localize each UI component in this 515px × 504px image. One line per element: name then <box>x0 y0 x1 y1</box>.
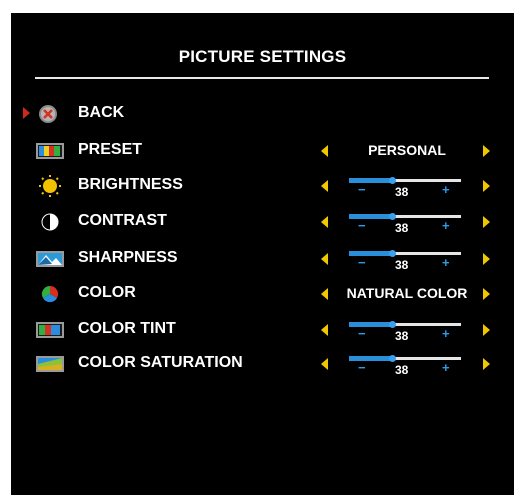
color-icon <box>41 285 59 303</box>
increase-arrow-icon[interactable] <box>483 216 490 228</box>
decrease-arrow-icon[interactable] <box>321 216 328 228</box>
decrease-arrow-icon[interactable] <box>321 288 328 300</box>
contrast-slider[interactable]: − 38 + <box>349 207 465 237</box>
sharpness-icon <box>36 251 64 267</box>
decrease-arrow-icon[interactable] <box>321 145 328 157</box>
plus-icon: + <box>442 182 450 197</box>
decrease-arrow-icon[interactable] <box>321 180 328 192</box>
decrease-arrow-icon[interactable] <box>321 358 328 370</box>
brightness-slider[interactable]: − 38 + <box>349 171 465 201</box>
contrast-icon <box>41 213 59 231</box>
slider-handle[interactable] <box>389 250 396 257</box>
slider-fill <box>349 322 392 327</box>
increase-arrow-icon[interactable] <box>483 145 490 157</box>
page-title: PICTURE SETTINGS <box>178 47 347 66</box>
slider-fill <box>349 178 392 183</box>
menu-item-label: PRESET <box>78 141 143 158</box>
menu-item-label: COLOR <box>78 284 136 301</box>
slider-fill <box>349 214 392 219</box>
menu-item-sharpness[interactable]: SHARPNESS − 38 + <box>11 244 514 274</box>
title-divider <box>35 77 489 79</box>
minus-icon: − <box>358 218 366 233</box>
increase-arrow-icon[interactable] <box>483 180 490 192</box>
minus-icon: − <box>358 255 366 270</box>
increase-arrow-icon[interactable] <box>483 324 490 336</box>
plus-icon: + <box>442 218 450 233</box>
decrease-arrow-icon[interactable] <box>321 324 328 336</box>
plus-icon: + <box>442 360 450 375</box>
preset-value: PERSONAL <box>368 142 446 158</box>
color-tint-slider[interactable]: − 38 + <box>349 315 465 345</box>
slider-handle[interactable] <box>389 213 396 220</box>
slider-fill <box>349 356 392 361</box>
minus-icon: − <box>358 360 366 375</box>
slider-value: 38 <box>395 363 409 377</box>
menu-item-preset[interactable]: PRESET PERSONAL <box>11 136 514 166</box>
decrease-arrow-icon[interactable] <box>321 253 328 265</box>
increase-arrow-icon[interactable] <box>483 288 490 300</box>
slider-value: 38 <box>395 221 409 235</box>
sharpness-slider[interactable]: − 38 + <box>349 244 465 274</box>
menu-item-color[interactable]: COLOR NATURAL COLOR <box>11 279 514 309</box>
color-tint-icon <box>36 322 64 338</box>
osd-panel: PICTURE SETTINGS BACK PRESET PERSONAL BR… <box>11 13 514 495</box>
menu-item-label: CONTRAST <box>78 212 167 229</box>
menu-item-color-saturation[interactable]: COLOR SATURATION − 38 + <box>11 349 514 379</box>
minus-icon: − <box>358 182 366 197</box>
color-saturation-slider[interactable]: − 38 + <box>349 349 465 379</box>
menu-item-label: BRIGHTNESS <box>78 176 183 193</box>
color-saturation-icon <box>36 356 64 372</box>
menu-item-label: COLOR SATURATION <box>78 354 243 371</box>
selection-arrow-icon <box>23 107 30 119</box>
increase-arrow-icon[interactable] <box>483 358 490 370</box>
plus-icon: + <box>442 255 450 270</box>
slider-handle[interactable] <box>389 321 396 328</box>
preset-icon <box>36 143 64 159</box>
menu-item-color-tint[interactable]: COLOR TINT − 38 + <box>11 315 514 345</box>
increase-arrow-icon[interactable] <box>483 253 490 265</box>
slider-handle[interactable] <box>389 355 396 362</box>
color-value: NATURAL COLOR <box>346 285 468 301</box>
minus-icon: − <box>358 326 366 341</box>
plus-icon: + <box>442 326 450 341</box>
slider-value: 38 <box>395 258 409 272</box>
menu-item-label: SHARPNESS <box>78 249 178 266</box>
slider-value: 38 <box>395 329 409 343</box>
menu-item-brightness[interactable]: BRIGHTNESS − 38 + <box>11 171 514 201</box>
brightness-icon <box>39 175 61 197</box>
menu-item-contrast[interactable]: CONTRAST − 38 + <box>11 207 514 237</box>
slider-handle[interactable] <box>389 177 396 184</box>
slider-fill <box>349 251 392 256</box>
menu-item-back[interactable]: BACK <box>11 99 514 129</box>
menu-item-label: BACK <box>78 104 125 121</box>
back-icon <box>39 105 57 123</box>
slider-value: 38 <box>395 185 409 199</box>
menu-item-label: COLOR TINT <box>78 320 176 337</box>
